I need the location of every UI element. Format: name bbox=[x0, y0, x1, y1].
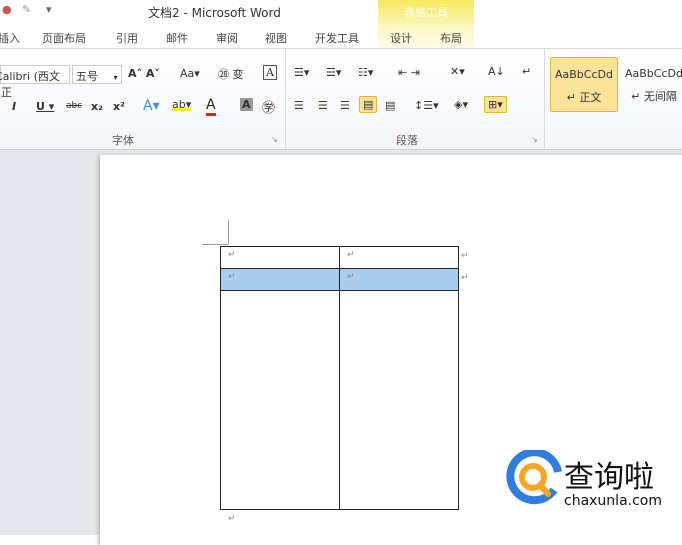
table-cell[interactable] bbox=[339, 290, 459, 510]
table-cell[interactable]: ↵ bbox=[339, 246, 459, 269]
chinese-layout-icon[interactable]: ✕▾ bbox=[450, 65, 465, 78]
font-name-value: Calibri (西文正 bbox=[0, 70, 60, 99]
shading-icon[interactable]: ◈▾ bbox=[454, 98, 468, 111]
center-icon[interactable]: ☰ bbox=[318, 99, 328, 112]
style-name: ↵ 正文 bbox=[566, 91, 602, 104]
style-preview: AaBbCcDd bbox=[555, 68, 613, 81]
table-cell[interactable]: ↵ bbox=[220, 268, 340, 291]
multilevel-list-icon[interactable]: ☷▾ bbox=[358, 66, 373, 79]
tab-references[interactable]: 引用 bbox=[116, 30, 138, 46]
tab-insert[interactable]: 插入 bbox=[0, 30, 20, 46]
magnifier-logo-icon bbox=[506, 450, 562, 505]
ribbon-tabs: 插入 页面布局 引用 邮件 审阅 视图 开发工具 设计 布局 bbox=[0, 24, 682, 48]
table-row bbox=[220, 290, 459, 510]
sort-icon[interactable]: A↓ bbox=[488, 65, 505, 78]
strikethrough-icon[interactable]: abc bbox=[66, 101, 82, 111]
tab-layout[interactable]: 布局 bbox=[440, 30, 462, 46]
style-preview: AaBbCcDd bbox=[625, 67, 682, 80]
table-row: ↵ ↵ bbox=[220, 246, 459, 269]
underline-icon[interactable]: U ▾ bbox=[36, 100, 54, 113]
margin-marker bbox=[228, 220, 229, 244]
tab-mailings[interactable]: 邮件 bbox=[166, 30, 188, 46]
style-name: ↵ 无间隔 bbox=[631, 90, 677, 103]
tab-review[interactable]: 审阅 bbox=[216, 30, 238, 46]
margin-marker bbox=[202, 244, 228, 245]
tab-page-layout[interactable]: 页面布局 bbox=[42, 30, 86, 46]
document-table[interactable]: ↵ ↵ ↵ ↵ bbox=[220, 246, 459, 510]
font-name-select[interactable]: Calibri (西文正 bbox=[0, 65, 70, 99]
character-shading-icon[interactable]: A bbox=[240, 98, 253, 111]
ribbon: Calibri (西文正 五号 ▾ A˄ A˅ Aa▾ ㉘ 变 A I U ▾ … bbox=[0, 48, 682, 150]
enclose-characters-icon[interactable]: ㊫ bbox=[262, 97, 275, 116]
paragraph-mark: ↵ bbox=[228, 514, 236, 524]
bullets-icon[interactable]: ☰▾ bbox=[294, 66, 309, 79]
highlight-icon[interactable]: ab▾ bbox=[172, 98, 192, 111]
row-end-mark: ↵ bbox=[461, 251, 469, 261]
phonetic-guide-icon[interactable]: ㉘ 变 bbox=[218, 66, 244, 82]
font-group: Calibri (西文正 五号 ▾ A˄ A˅ Aa▾ ㉘ 变 A I U ▾ … bbox=[0, 49, 286, 149]
undo-icon[interactable]: ✎ bbox=[22, 3, 31, 16]
decrease-indent-icon[interactable]: ⇤ ⇥ bbox=[398, 66, 420, 79]
paragraph-group: ☰▾ ☰▾ ☷▾ ⇤ ⇥ ✕▾ A↓ ↵ ☰ ☰ ☰ ▤ ▤ ↕☰▾ ◈▾ ⊞▾… bbox=[286, 49, 545, 149]
align-left-icon[interactable]: ☰ bbox=[294, 99, 304, 112]
font-dialog-launcher-icon[interactable]: ↘ bbox=[271, 135, 278, 144]
quick-access-dropdown-icon[interactable]: ▾ bbox=[46, 3, 52, 16]
line-spacing-icon[interactable]: ↕☰▾ bbox=[414, 99, 439, 112]
style-normal[interactable]: AaBbCcDd ↵ 正文 bbox=[550, 57, 618, 112]
show-marks-icon[interactable]: ↵ bbox=[522, 65, 531, 78]
italic-icon[interactable]: I bbox=[12, 100, 16, 113]
font-size-value: 五号 bbox=[76, 70, 98, 83]
change-case-icon[interactable]: Aa▾ bbox=[180, 67, 200, 80]
justify-icon[interactable]: ▤ bbox=[359, 96, 378, 113]
tab-design[interactable]: 设计 bbox=[390, 30, 412, 46]
subscript-icon[interactable]: x₂ bbox=[91, 100, 103, 113]
superscript-icon[interactable]: x² bbox=[113, 100, 125, 113]
borders-icon[interactable]: ⊞▾ bbox=[484, 96, 507, 113]
watermark-url: chaxunla.com bbox=[564, 493, 662, 509]
font-group-label: 字体 bbox=[112, 134, 134, 147]
window-title: 文档2 - Microsoft Word bbox=[148, 6, 281, 20]
office-icon[interactable]: ● bbox=[2, 3, 12, 16]
table-cell[interactable] bbox=[220, 290, 340, 510]
table-cell[interactable]: ↵ bbox=[339, 268, 459, 291]
table-row: ↵ ↵ bbox=[220, 268, 459, 291]
title-bar: ● ✎ ▾ 文档2 - Microsoft Word bbox=[0, 0, 682, 24]
paragraph-dialog-launcher-icon[interactable]: ↘ bbox=[531, 135, 538, 144]
table-cell[interactable]: ↵ bbox=[220, 246, 340, 269]
tab-view[interactable]: 视图 bbox=[265, 30, 287, 46]
text-effects-icon[interactable]: A▾ bbox=[143, 98, 160, 114]
row-end-mark: ↵ bbox=[461, 273, 469, 283]
watermark-name: 查询啦 bbox=[564, 460, 654, 495]
align-right-icon[interactable]: ☰ bbox=[340, 99, 350, 112]
font-color-icon[interactable]: A bbox=[206, 97, 216, 116]
font-size-select[interactable]: 五号 ▾ bbox=[72, 65, 122, 84]
numbering-icon[interactable]: ☰▾ bbox=[326, 66, 341, 79]
distributed-icon[interactable]: ▤ bbox=[385, 99, 395, 112]
style-no-spacing[interactable]: AaBbCcDd ↵ 无间隔 bbox=[620, 57, 682, 112]
tab-developer[interactable]: 开发工具 bbox=[315, 30, 359, 46]
character-border-icon[interactable]: A bbox=[263, 65, 277, 80]
grow-font-icon[interactable]: A˄ A˅ bbox=[128, 67, 160, 80]
paragraph-group-label: 段落 bbox=[396, 134, 418, 147]
table-tools-label: 表格工具 bbox=[404, 6, 448, 19]
